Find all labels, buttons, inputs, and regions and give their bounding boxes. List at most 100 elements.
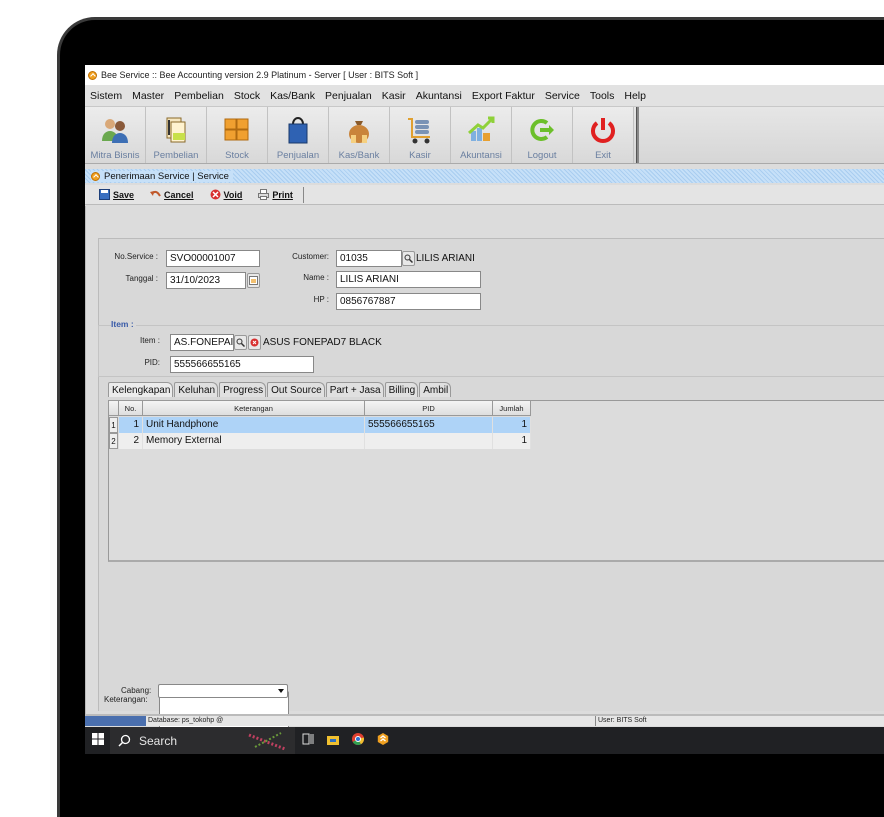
customer-label: Customer: — [292, 252, 329, 261]
tab-billing[interactable]: Billing — [384, 382, 419, 397]
people-icon — [99, 114, 131, 146]
menu-export-faktur[interactable]: Export Faktur — [472, 90, 535, 102]
main-toolbar: Mitra Bisnis Pembelian Stock Penjualan K… — [85, 107, 884, 164]
column-header-no[interactable]: No. — [119, 401, 143, 416]
void-x-icon — [210, 189, 221, 200]
column-header-pid[interactable]: PID — [365, 401, 493, 416]
cell-pid — [365, 433, 493, 449]
name-label: Name : — [303, 273, 329, 282]
calendar-button[interactable] — [247, 273, 260, 288]
chevron-down-icon — [278, 689, 284, 693]
tanggal-label: Tanggal : — [125, 274, 158, 283]
power-icon — [587, 114, 619, 146]
print-button[interactable]: Print — [258, 189, 293, 200]
form-title-bar: Penerimaan Service | Service — [85, 169, 884, 183]
documents-icon — [160, 114, 192, 146]
toolbar-label: Stock — [225, 150, 249, 161]
taskbar-bee-app[interactable] — [370, 727, 395, 754]
menu-service[interactable]: Service — [545, 90, 580, 102]
void-button[interactable]: Void — [210, 189, 242, 200]
tab-ambil[interactable]: Ambil — [419, 382, 452, 397]
toolbar-penjualan-button[interactable]: Penjualan — [268, 107, 329, 163]
no-service-field[interactable]: SVO00001007 — [166, 250, 260, 267]
task-view-button[interactable] — [295, 727, 320, 754]
windows-taskbar: Search — [85, 727, 884, 754]
tanggal-field[interactable]: 31/10/2023 — [166, 272, 246, 289]
taskbar-search-box[interactable]: Search — [110, 727, 295, 754]
pid-label: PID: — [144, 358, 160, 367]
row-indicator: 2 — [109, 433, 118, 449]
money-bag-icon — [343, 114, 375, 146]
column-header-jumlah[interactable]: Jumlah — [493, 401, 531, 416]
name-field[interactable]: LILIS ARIANI — [336, 271, 481, 288]
status-divider — [595, 716, 596, 726]
customer-code-field[interactable]: 01035 — [336, 250, 402, 267]
toolbar-separator — [636, 107, 639, 163]
customer-search-button[interactable] — [402, 251, 415, 266]
item-clear-button[interactable] — [248, 335, 261, 350]
toolbar-label: Pembelian — [153, 150, 199, 161]
tab-part-jasa[interactable]: Part + Jasa — [325, 382, 384, 397]
column-header-keterangan[interactable]: Keterangan — [143, 401, 365, 416]
taskbar-file-explorer[interactable] — [320, 727, 345, 754]
title-bar: Bee Service :: Bee Accounting version 2.… — [85, 65, 884, 85]
menu-sistem[interactable]: Sistem — [90, 90, 122, 102]
menu-bar: Sistem Master Pembelian Stock Kas/Bank P… — [85, 85, 884, 107]
cell-pid: 555566655165 — [365, 417, 493, 433]
menu-akuntansi[interactable]: Akuntansi — [416, 90, 462, 102]
hp-field[interactable]: 0856767887 — [336, 293, 481, 310]
pid-field[interactable]: 555566655165 — [170, 356, 314, 373]
taskbar-chrome[interactable] — [345, 727, 370, 754]
menu-kas-bank[interactable]: Kas/Bank — [270, 90, 315, 102]
logout-icon — [526, 114, 558, 146]
toolbar-kasir-button[interactable]: Kasir — [390, 107, 451, 163]
cart-icon — [404, 114, 436, 146]
status-bar: Database: ps_tokohp @ User: BITS Soft — [85, 714, 884, 726]
row-indicator: 1 — [109, 417, 118, 433]
tab-out-source[interactable]: Out Source — [267, 382, 325, 397]
hp-label: HP : — [313, 295, 329, 304]
form-content: No.Service : SVO00001007 Tanggal : 31/10… — [85, 206, 884, 743]
item-label: Item : — [139, 336, 160, 345]
form-action-bar: Save Cancel Void Print — [85, 185, 884, 205]
grid-corner — [109, 401, 119, 416]
save-button[interactable]: Save — [99, 189, 134, 200]
tab-keluhan[interactable]: Keluhan — [174, 382, 219, 397]
table-row[interactable]: 1 1 Unit Handphone 555566655165 1 — [109, 417, 531, 433]
item-name-display: ASUS FONEPAD7 BLACK — [263, 337, 382, 348]
cell-keterangan: Memory External — [143, 433, 365, 449]
toolbar-akuntansi-button[interactable]: Akuntansi — [451, 107, 512, 163]
bee-app-icon — [377, 732, 389, 750]
menu-pembelian[interactable]: Pembelian — [174, 90, 224, 102]
cell-jumlah: 1 — [493, 433, 531, 449]
menu-penjualan[interactable]: Penjualan — [325, 90, 372, 102]
bee-app-icon — [88, 70, 97, 80]
menu-master[interactable]: Master — [132, 90, 164, 102]
item-search-button[interactable] — [234, 335, 247, 350]
status-database: Database: ps_tokohp @ — [148, 717, 224, 724]
menu-stock[interactable]: Stock — [234, 90, 260, 102]
toolbar-pembelian-button[interactable]: Pembelian — [146, 107, 207, 163]
cabang-select[interactable] — [158, 684, 288, 698]
tab-progress[interactable]: Progress — [219, 382, 267, 397]
cell-keterangan: Unit Handphone — [143, 417, 365, 433]
toolbar-logout-button[interactable]: Logout — [512, 107, 573, 163]
toolbar-mitra-bisnis-button[interactable]: Mitra Bisnis — [85, 107, 146, 163]
menu-kasir[interactable]: Kasir — [382, 90, 406, 102]
toolbar-exit-button[interactable]: Exit — [573, 107, 634, 163]
toolbar-kas-bank-button[interactable]: Kas/Bank — [329, 107, 390, 163]
bee-form-icon — [91, 171, 100, 181]
toolbar-label: Logout — [527, 150, 557, 161]
item-code-field[interactable]: AS.FONEPAI — [170, 334, 234, 351]
menu-help[interactable]: Help — [624, 90, 646, 102]
cancel-button[interactable]: Cancel — [150, 189, 194, 200]
taskbar-search-placeholder: Search — [139, 733, 178, 748]
toolbar-stock-button[interactable]: Stock — [207, 107, 268, 163]
menu-tools[interactable]: Tools — [590, 90, 615, 102]
calendar-icon — [249, 272, 258, 290]
keterangan-label: Keterangan: — [104, 695, 148, 704]
status-user: User: BITS Soft — [598, 717, 647, 724]
start-button[interactable] — [85, 727, 110, 754]
tab-kelengkapan[interactable]: Kelengkapan — [108, 382, 174, 397]
table-row[interactable]: 2 2 Memory External 1 — [109, 433, 531, 449]
